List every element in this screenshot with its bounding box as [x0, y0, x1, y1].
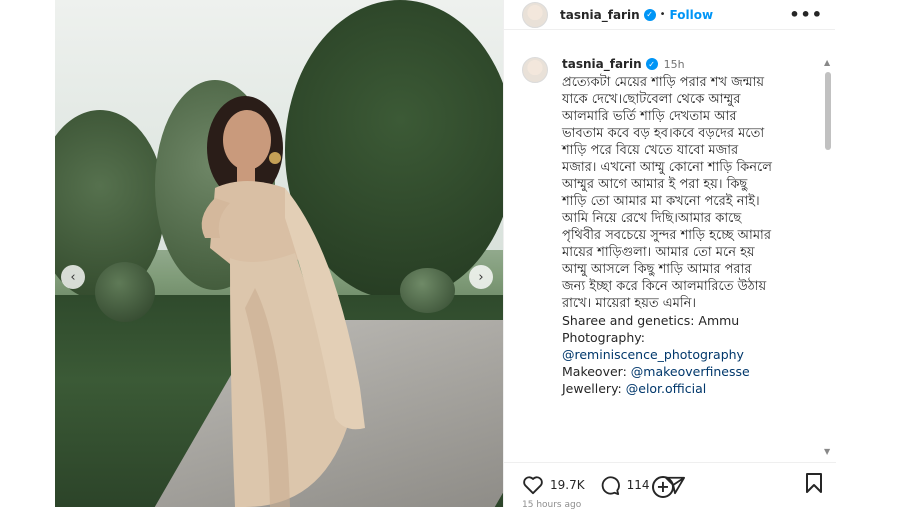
- caption-username[interactable]: tasnia_farin: [562, 57, 642, 71]
- share-icon[interactable]: [664, 475, 686, 495]
- caption-line: মায়ের শাড়িগুলা। আমার তো মনে হয়: [562, 245, 755, 260]
- like-count: 19.7K: [550, 478, 585, 492]
- caption-line: আম্মুর আগে আমার ই পরা হয়। কিছু: [562, 177, 748, 192]
- credit-photo-label: Photography:: [562, 330, 645, 345]
- photo-person-in-saree: [201, 96, 365, 507]
- header-username[interactable]: tasnia_farin: [560, 8, 640, 22]
- caption-line: মজার। এখনো আম্মু কোনো শাড়ি কিনলে: [562, 160, 772, 175]
- post-photo[interactable]: [55, 0, 503, 507]
- caption-verified-badge-icon: ✓: [645, 58, 658, 70]
- caption-avatar[interactable]: [522, 57, 548, 83]
- caption-line: আম্মু আসলে কিছু শাড়ি আমার পরার: [562, 262, 752, 277]
- comment-icon[interactable]: [599, 475, 621, 495]
- header-separator: •: [659, 9, 666, 20]
- scroll-up-icon[interactable]: ▲: [824, 58, 830, 67]
- more-options-icon[interactable]: •••: [789, 5, 823, 24]
- caption-line: রাখে। মায়েরা হয়ত এমনি।: [562, 296, 696, 311]
- post-side-panel: tasnia_farin ✓ • Follow ••• tasnia_farin…: [503, 0, 836, 510]
- carousel-prev-button[interactable]: ‹: [61, 265, 85, 289]
- credit-makeover-label: Makeover:: [562, 364, 631, 379]
- caption-line: যাকে দেখে।ছোটবেলা থেকে আম্মুর: [562, 92, 741, 107]
- verified-badge-icon: ✓: [643, 8, 656, 21]
- caption-line: আলমারি ভর্তি শাড়ি দেখতাম আর: [562, 109, 737, 124]
- caption-line: শাড়ি তো আমার মা কখনো পরেই নাই।: [562, 194, 760, 209]
- carousel-next-button[interactable]: ›: [469, 265, 493, 289]
- scroll-down-icon[interactable]: ▼: [824, 447, 830, 456]
- scrollbar[interactable]: ▲ ▼: [824, 58, 832, 456]
- caption-time[interactable]: 15h: [664, 58, 685, 71]
- credit-sharee: Sharee and genetics: Ammu: [562, 313, 740, 328]
- caption-area: tasnia_farin ✓ 15h প্রত্যেকটা মেয়ের শাড…: [504, 44, 836, 498]
- comment-count: 114: [626, 478, 650, 492]
- credit-photo-link[interactable]: @reminiscence_photography: [562, 347, 744, 362]
- caption-line: পৃথিবীর সবচেয়ে সুন্দর শাড়ি হচ্ছে আমার: [562, 228, 771, 243]
- share-action[interactable]: [664, 475, 692, 495]
- credit-jewellery-link[interactable]: @elor.official: [626, 381, 707, 396]
- caption-line: ভাবতাম কবে বড় হব।কবে বড়দের মতো: [562, 126, 765, 141]
- caption-header: tasnia_farin ✓ 15h: [562, 57, 685, 71]
- credit-jewellery-label: Jewellery:: [562, 381, 626, 396]
- photo-topiary-left: [95, 262, 155, 322]
- caption-line: আমি নিয়ে রেখে দিছি।আমার কাছে: [562, 211, 742, 226]
- heart-icon[interactable]: [522, 475, 544, 495]
- post-timestamp: 15 hours ago: [522, 500, 582, 510]
- follow-button[interactable]: Follow: [670, 8, 714, 22]
- caption-text: প্রত্যেকটা মেয়ের শাড়ি পরার শখ জন্মায় …: [562, 74, 812, 397]
- post-header: tasnia_farin ✓ • Follow •••: [504, 0, 835, 30]
- like-action[interactable]: 19.7K: [522, 475, 585, 495]
- scroll-thumb[interactable]: [825, 72, 831, 150]
- caption-line: শাড়ি পরে বিয়ে খেতে যাবো মজার: [562, 143, 739, 158]
- photo-topiary-right: [400, 268, 455, 313]
- instagram-post-frame: ‹ › tasnia_farin ✓ • Follow ••• tasnia_f…: [55, 0, 836, 510]
- bookmark-icon[interactable]: [805, 472, 823, 494]
- avatar[interactable]: [522, 1, 548, 28]
- credit-makeover-link[interactable]: @makeoverfinesse: [631, 364, 750, 379]
- caption-line: প্রত্যেকটা মেয়ের শাড়ি পরার শখ জন্মায়: [562, 75, 765, 90]
- caption-line: জন্য ইচ্ছা করে কিনে আলমারিতে উঠায়: [562, 279, 767, 294]
- comment-action[interactable]: 114: [599, 475, 650, 495]
